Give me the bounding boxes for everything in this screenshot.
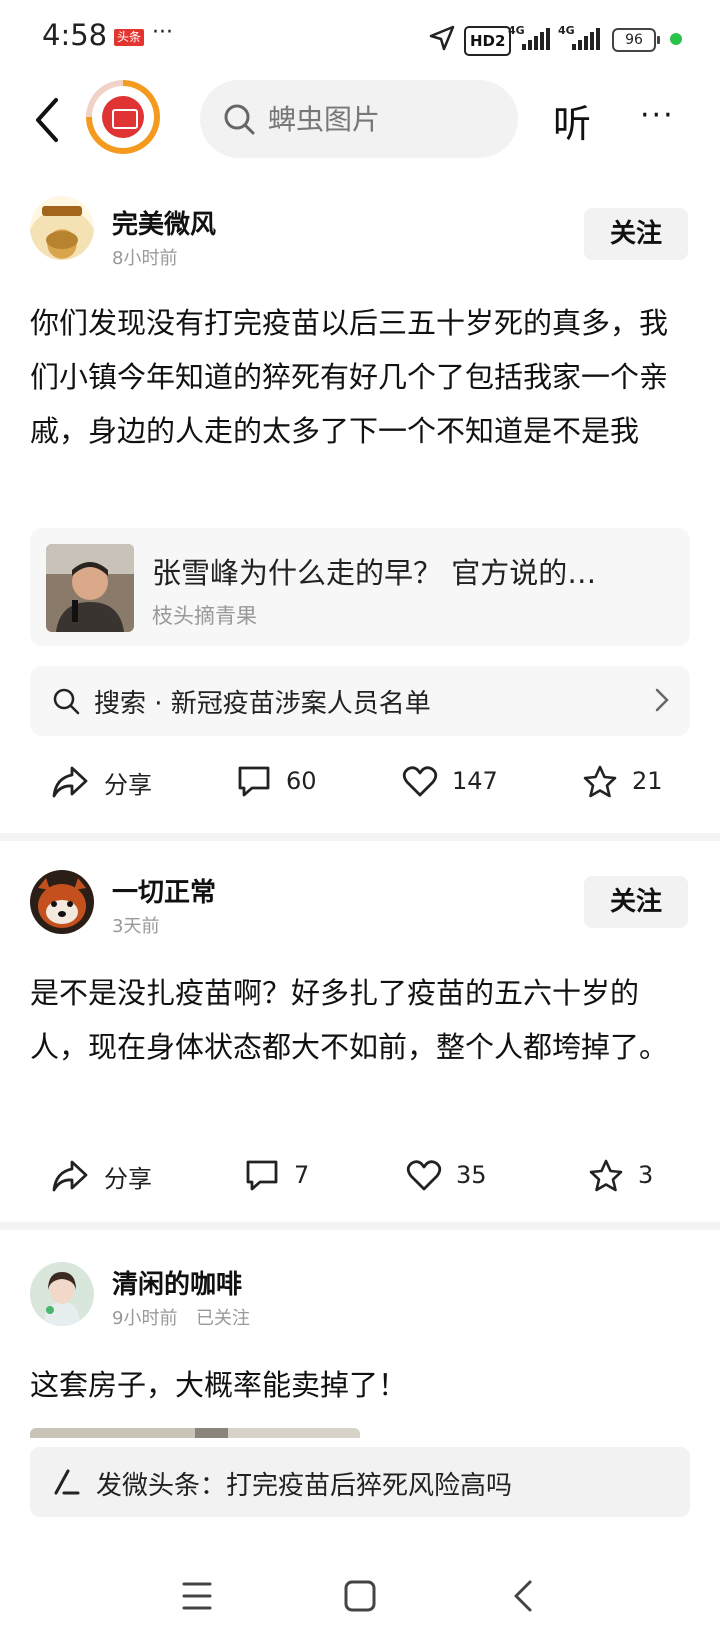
- avatar[interactable]: [30, 1262, 94, 1326]
- privacy-indicator-dot: [670, 33, 682, 45]
- share-label: 分享: [104, 1164, 152, 1193]
- share-icon: [52, 1160, 88, 1192]
- menu-icon[interactable]: [180, 1572, 214, 1620]
- favorite-count: 3: [638, 1161, 654, 1189]
- status-bar: 4:58 头条 ··· HD2 4G 4G 96: [0, 0, 720, 76]
- comment-icon: [238, 766, 270, 797]
- follow-button[interactable]: 关注: [584, 208, 688, 260]
- post-image-preview[interactable]: [30, 1428, 360, 1438]
- related-search-text: 搜索 · 新冠疫苗涉案人员名单: [94, 689, 431, 719]
- more-menu-button[interactable]: ···: [640, 98, 675, 133]
- share-icon: [52, 766, 88, 798]
- post-divider: [0, 833, 720, 841]
- share-button[interactable]: 分享: [50, 1158, 152, 1194]
- linked-article-card[interactable]: 张雪峰为什么走的早？ 官方说的… 枝头摘青果: [30, 528, 690, 646]
- back-icon[interactable]: [28, 92, 68, 148]
- signal-icon-2: [572, 28, 600, 50]
- comment-count: 60: [286, 767, 317, 795]
- search-icon: [53, 688, 80, 715]
- avatar[interactable]: [30, 196, 94, 260]
- listen-button[interactable]: 听: [553, 93, 591, 148]
- article-thumbnail: [46, 544, 134, 632]
- search-icon: [224, 104, 255, 135]
- related-search-bar[interactable]: 搜索 · 新冠疫苗涉案人员名单: [30, 666, 690, 736]
- avatar[interactable]: [30, 870, 94, 934]
- follow-button[interactable]: 关注: [584, 876, 688, 928]
- post-time: 9小时前: [112, 1308, 178, 1329]
- avatar-red-panda-icon: [38, 878, 86, 928]
- toutiao-badge: 头条: [114, 29, 145, 46]
- followed-status: 已关注: [196, 1308, 250, 1329]
- avatar-emblem-icon: [42, 206, 82, 249]
- star-icon: [583, 765, 617, 798]
- share-button[interactable]: 分享: [50, 764, 152, 800]
- like-button[interactable]: 35: [406, 1158, 487, 1192]
- comment-icon: [246, 1160, 278, 1191]
- pen-icon: [54, 1469, 80, 1495]
- post-body[interactable]: 这套房子，大概率能卖掉了！: [30, 1358, 680, 1412]
- heart-icon: [402, 766, 438, 797]
- article-source: 枝头摘青果: [152, 604, 257, 628]
- username[interactable]: 一切正常: [112, 872, 216, 909]
- favorite-count: 21: [632, 767, 663, 795]
- like-button[interactable]: 147: [402, 764, 498, 798]
- article-title: 张雪峰为什么走的早？ 官方说的…: [152, 556, 597, 590]
- like-count: 147: [452, 767, 498, 795]
- post-time: 8小时前: [112, 248, 178, 269]
- star-icon: [589, 1159, 623, 1192]
- back-nav-icon[interactable]: [508, 1572, 538, 1620]
- red-packet-icon[interactable]: [86, 80, 160, 154]
- comment-button[interactable]: 7: [244, 1158, 309, 1192]
- search-input[interactable]: 蜱虫图片: [200, 80, 518, 158]
- username[interactable]: 清闲的咖啡: [112, 1264, 242, 1301]
- search-placeholder: 蜱虫图片: [268, 103, 381, 136]
- location-icon: [429, 25, 455, 51]
- post-divider: [0, 1222, 720, 1230]
- home-icon[interactable]: [342, 1572, 378, 1620]
- heart-icon: [406, 1160, 442, 1191]
- compose-post-bar[interactable]: 发微头条：打完疫苗后猝死风险高吗: [30, 1447, 690, 1517]
- comment-count: 7: [294, 1161, 310, 1189]
- status-more-icon: ···: [152, 20, 173, 45]
- username[interactable]: 完美微风: [112, 204, 216, 241]
- post-body[interactable]: 是不是没扎疫苗啊？好多扎了疫苗的五六十岁的人，现在身体状态都大不如前，整个人都垮…: [30, 966, 680, 1074]
- favorite-button[interactable]: 3: [588, 1158, 653, 1192]
- hd-volte-icon: HD2: [464, 26, 512, 56]
- post-body[interactable]: 你们发现没有打完疫苗以后三五十岁死的真多，我们小镇今年知道的猝死有好几个了包括我…: [30, 296, 680, 458]
- status-time: 4:58: [42, 18, 108, 52]
- compose-prompt-text: 发微头条：打完疫苗后猝死风险高吗: [96, 1471, 513, 1501]
- post-time: 3天前: [112, 916, 160, 937]
- comment-button[interactable]: 60: [236, 764, 317, 798]
- avatar-portrait-icon: [44, 1272, 80, 1326]
- share-label: 分享: [104, 770, 152, 799]
- like-count: 35: [456, 1161, 487, 1189]
- favorite-button[interactable]: 21: [582, 764, 663, 798]
- battery-icon: 96: [612, 28, 660, 52]
- signal-icon: [522, 28, 550, 50]
- chevron-right-icon: [655, 688, 669, 712]
